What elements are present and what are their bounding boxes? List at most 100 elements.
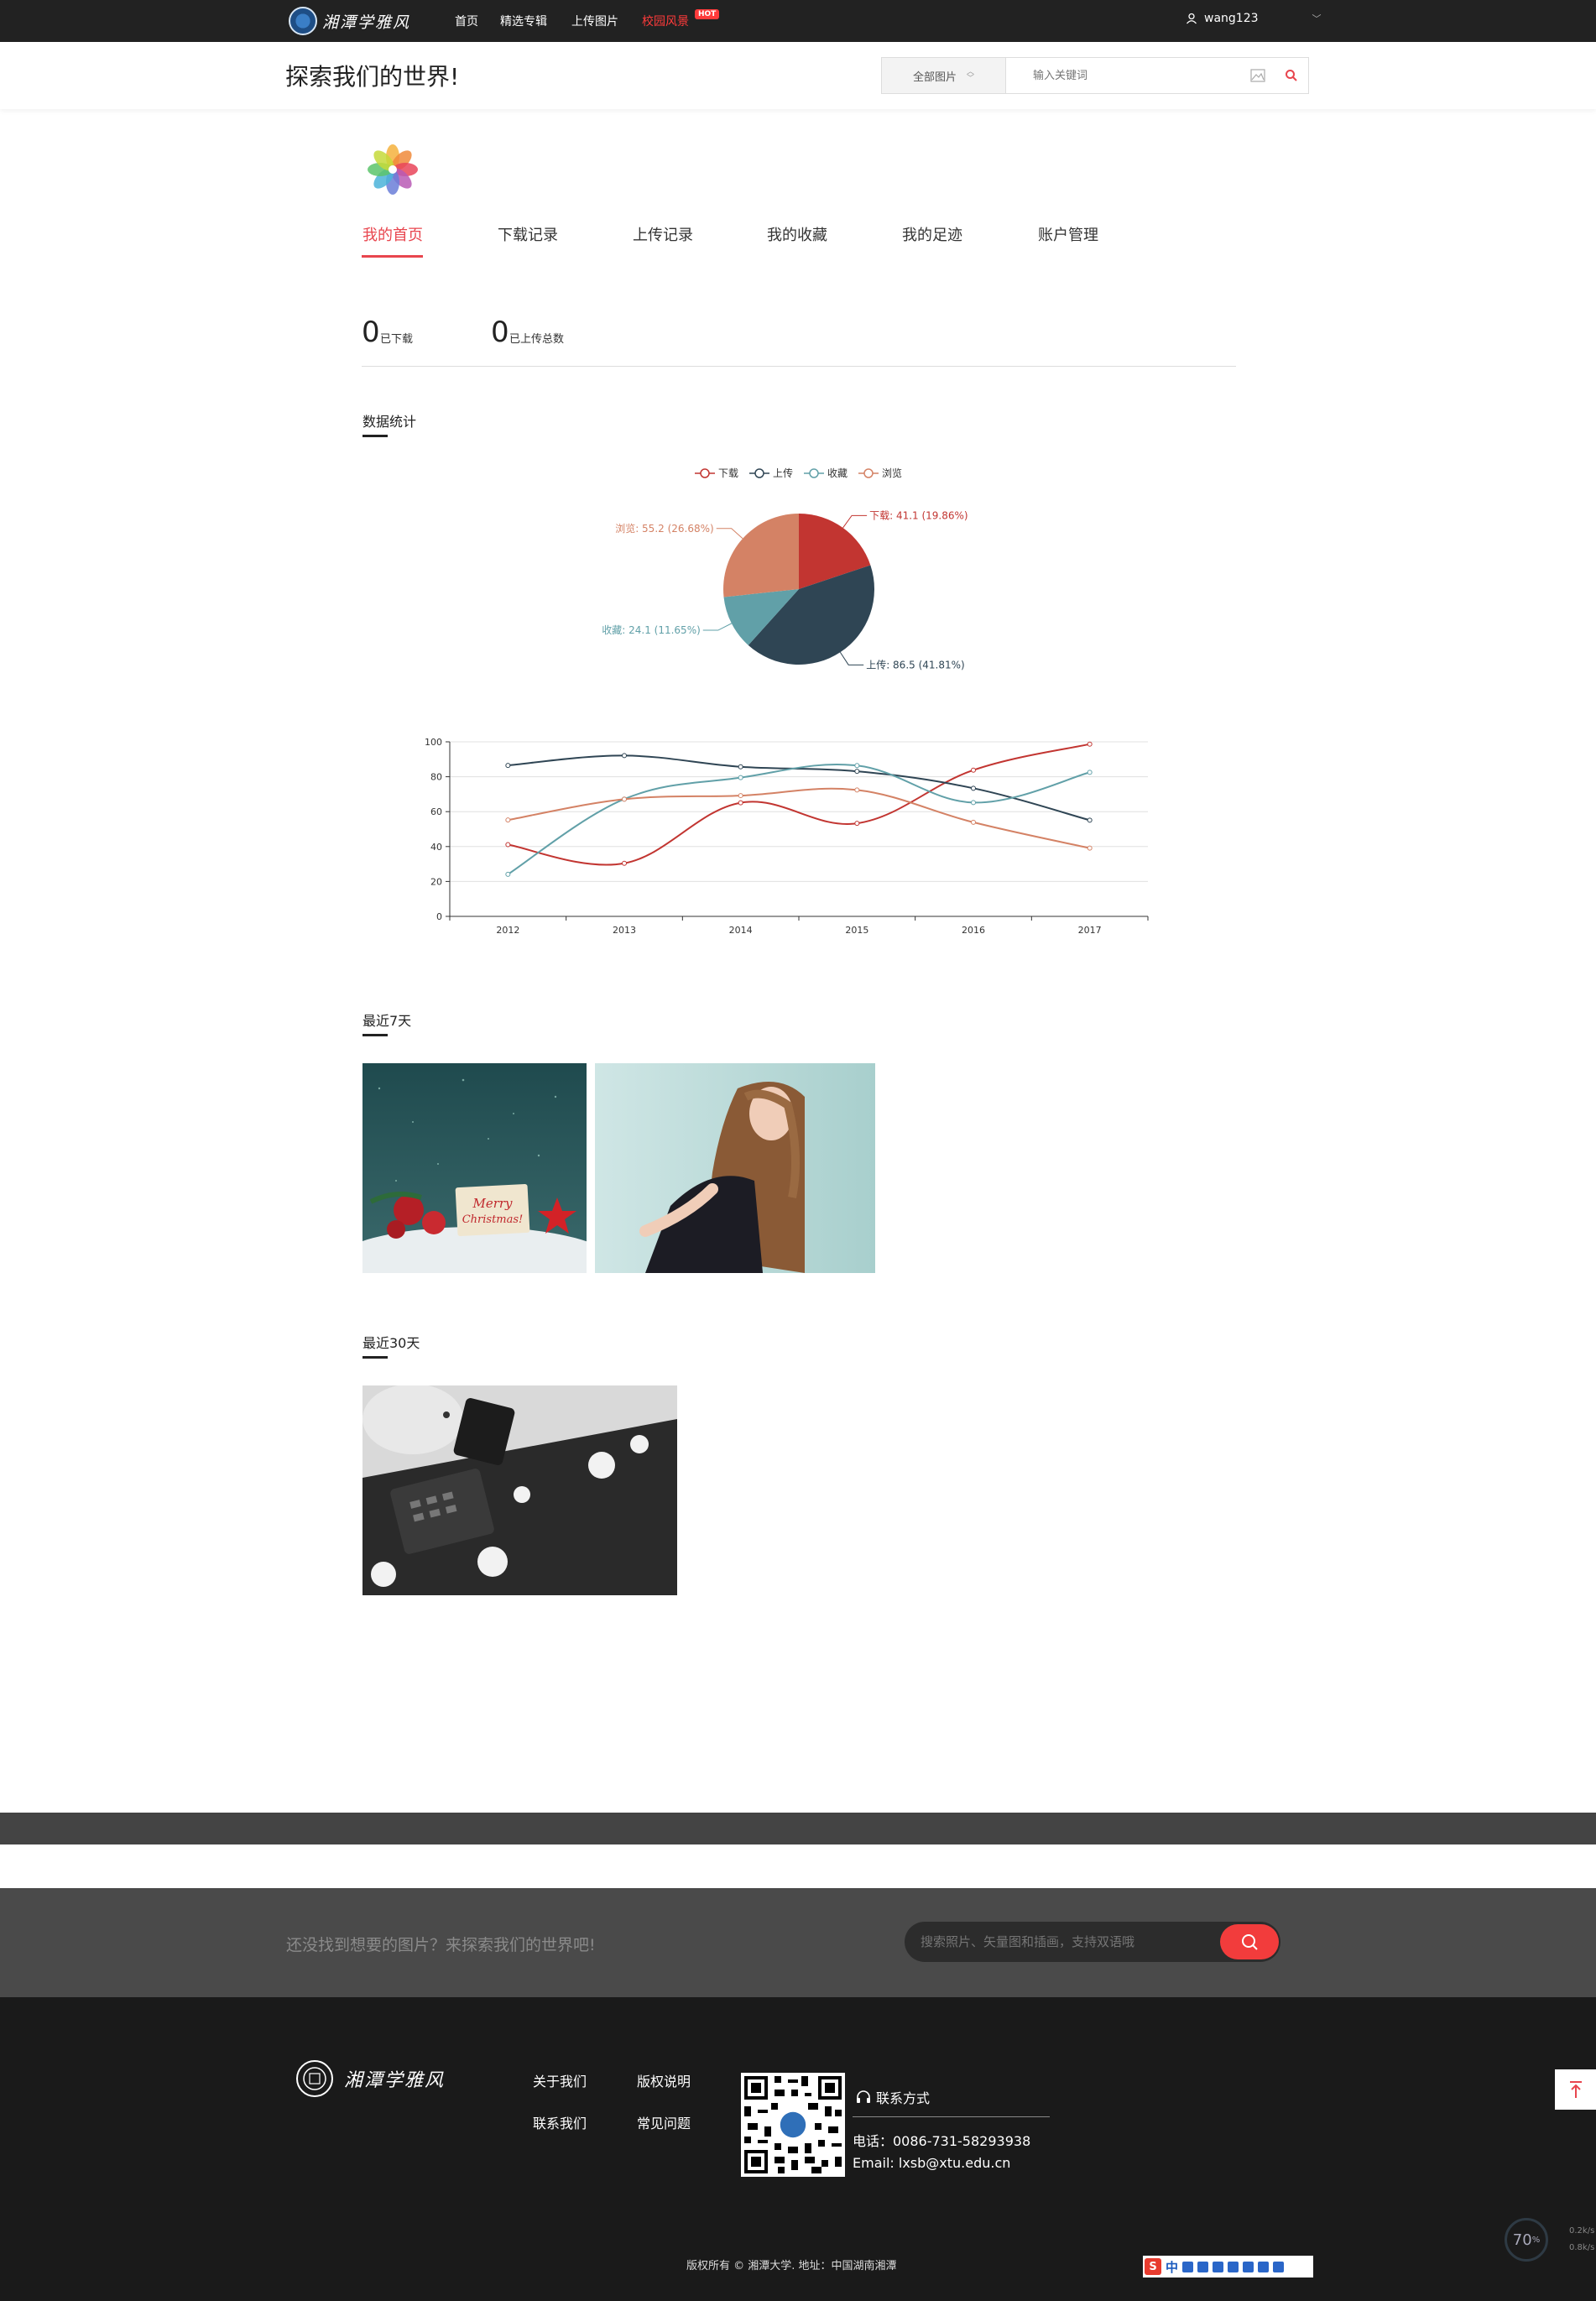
user-menu[interactable]: wang123 ﹀ <box>1186 12 1322 25</box>
voice-icon[interactable] <box>1213 2261 1224 2272</box>
punctuation-icon[interactable] <box>1182 2261 1194 2272</box>
section-title-recent30: 最近30天 <box>362 1335 420 1351</box>
footer-link-faq[interactable]: 常见问题 <box>637 2112 691 2132</box>
data-point-download[interactable] <box>738 800 743 806</box>
downloaded-label: 已下载 <box>380 333 414 346</box>
tab-my-home[interactable]: 我的首页 <box>362 223 423 245</box>
legend-item-upload[interactable]: 上传 <box>749 467 793 479</box>
emoji-icon[interactable] <box>1197 2261 1209 2272</box>
search-button[interactable] <box>1275 58 1308 93</box>
footer-logo-text: 湘潭学雅风 <box>344 2070 446 2091</box>
data-point-browse[interactable] <box>1087 845 1093 851</box>
footer-logo[interactable]: 湘潭学雅风 <box>295 2059 445 2098</box>
section-title-recent7: 最近7天 <box>362 1013 412 1029</box>
nav-item-upload[interactable]: 上传图片 <box>571 13 618 29</box>
footer-prompt-text: 还没找到想要的图片？来探索我们的世界吧! <box>286 1936 596 1954</box>
ime-toolbar[interactable]: S 中 <box>1143 2256 1313 2278</box>
svg-text:收藏: 收藏 <box>827 467 848 479</box>
user-icon[interactable] <box>1243 2261 1254 2272</box>
data-point-upload[interactable] <box>505 763 511 769</box>
data-point-browse[interactable] <box>854 787 860 793</box>
thumbnail-piggybank-calculator[interactable] <box>362 1385 677 1595</box>
thumbnail-christmas[interactable]: Merry Christmas! <box>362 1063 587 1273</box>
divider <box>362 366 1236 367</box>
thumbnail-woman-portrait[interactable] <box>595 1063 875 1273</box>
pie-label-download: 下载: 41.1 (19.86%) <box>869 509 968 521</box>
uploaded-label: 已上传总数 <box>509 333 565 346</box>
svg-text:Merry: Merry <box>472 1196 513 1211</box>
search-input[interactable] <box>1006 58 1241 93</box>
tab-my-favorites[interactable]: 我的收藏 <box>767 223 827 245</box>
data-point-download[interactable] <box>854 821 860 827</box>
data-point-browse[interactable] <box>738 793 743 799</box>
tab-account-settings[interactable]: 账户管理 <box>1038 223 1098 245</box>
data-point-favorite[interactable] <box>971 800 976 806</box>
keyboard-icon[interactable] <box>1228 2261 1239 2272</box>
data-point-download[interactable] <box>622 860 627 866</box>
svg-text:Christmas!: Christmas! <box>462 1213 524 1226</box>
chevron-down-icon: ﹀ <box>1312 13 1322 24</box>
data-point-browse[interactable] <box>622 796 627 802</box>
tab-upload-history[interactable]: 上传记录 <box>633 223 693 245</box>
x-tick-label: 2012 <box>496 925 519 936</box>
pie-leader-upload <box>839 652 864 665</box>
pie-chart: 下载 上传 收藏 浏览 下载: 41.1 (19.86%) 上传: 86.5 (… <box>602 467 968 670</box>
divider <box>853 2116 1050 2117</box>
back-to-top-button[interactable] <box>1555 2069 1596 2110</box>
skin-icon[interactable] <box>1258 2261 1270 2272</box>
ime-mode[interactable]: 中 <box>1166 2258 1178 2276</box>
data-point-upload[interactable] <box>854 769 860 775</box>
pie-slice-browse[interactable] <box>723 514 799 597</box>
search-icon <box>1242 1934 1258 1950</box>
site-logo[interactable]: 湘潭学雅风 <box>289 3 440 39</box>
footer-search-button[interactable] <box>1220 1924 1279 1959</box>
footer-link-contact[interactable]: 联系我们 <box>533 2112 587 2132</box>
data-point-favorite[interactable] <box>854 763 860 769</box>
tab-my-footprints[interactable]: 我的足迹 <box>902 223 962 245</box>
data-point-browse[interactable] <box>505 817 511 823</box>
tab-download-history[interactable]: 下载记录 <box>498 223 558 245</box>
image-search-button[interactable] <box>1241 58 1275 93</box>
footer-link-copyright[interactable]: 版权说明 <box>637 2070 691 2090</box>
nav-item-home[interactable]: 首页 <box>455 13 478 29</box>
data-point-favorite[interactable] <box>738 775 743 780</box>
pie-leader-favorite <box>702 623 733 631</box>
section-title-stats: 数据统计 <box>362 414 417 430</box>
contact-phone: 电话：0086-731-58293938 <box>853 2133 1031 2149</box>
data-point-browse[interactable] <box>971 819 976 825</box>
network-speed-gauge[interactable]: 70% <box>1505 2218 1548 2262</box>
headphones-icon <box>857 2090 870 2103</box>
page-title: 探索我们的世界! <box>285 63 460 91</box>
data-point-download[interactable] <box>971 767 976 773</box>
footer-link-about[interactable]: 关于我们 <box>533 2070 587 2090</box>
data-point-download[interactable] <box>1087 741 1093 747</box>
username: wang123 <box>1204 12 1259 25</box>
footer-search-band <box>0 1888 1596 1997</box>
pie-legend: 下载 上传 收藏 浏览 <box>695 467 902 479</box>
svg-text:浏览: 浏览 <box>882 467 902 479</box>
pie-label-browse: 浏览: 55.2 (26.68%) <box>615 522 714 535</box>
contact-email[interactable]: Email: lxsb@xtu.edu.cn <box>853 2155 1010 2171</box>
nav-item-campus[interactable]: 校园风景 <box>642 13 689 29</box>
legend-item-favorite[interactable]: 收藏 <box>804 467 848 479</box>
qr-code <box>741 2073 845 2177</box>
y-tick-label: 80 <box>430 772 442 783</box>
copyright-text: 版权所有 © 湘潭大学. 地址：中国湖南湘潭 <box>686 2260 897 2272</box>
svg-text:上传: 上传 <box>773 467 793 479</box>
data-point-upload[interactable] <box>971 785 976 791</box>
footer-search-input[interactable] <box>919 1933 1199 1950</box>
data-point-download[interactable] <box>505 842 511 848</box>
data-point-upload[interactable] <box>1087 817 1093 823</box>
data-point-favorite[interactable] <box>1087 770 1093 775</box>
data-point-upload[interactable] <box>738 764 743 770</box>
legend-item-download[interactable]: 下载 <box>695 467 738 479</box>
data-point-favorite[interactable] <box>505 871 511 877</box>
nav-item-featured[interactable]: 精选专辑 <box>500 13 547 29</box>
svg-text:下载: 下载 <box>718 467 738 479</box>
legend-item-browse[interactable]: 浏览 <box>858 467 902 479</box>
series-line-upload <box>508 754 1090 822</box>
section-title-bar <box>362 1034 388 1036</box>
toolbox-icon[interactable] <box>1273 2261 1285 2272</box>
search-category-select[interactable]: 全部图片 ︿ ﹀ <box>882 58 1006 93</box>
data-point-upload[interactable] <box>622 753 627 759</box>
